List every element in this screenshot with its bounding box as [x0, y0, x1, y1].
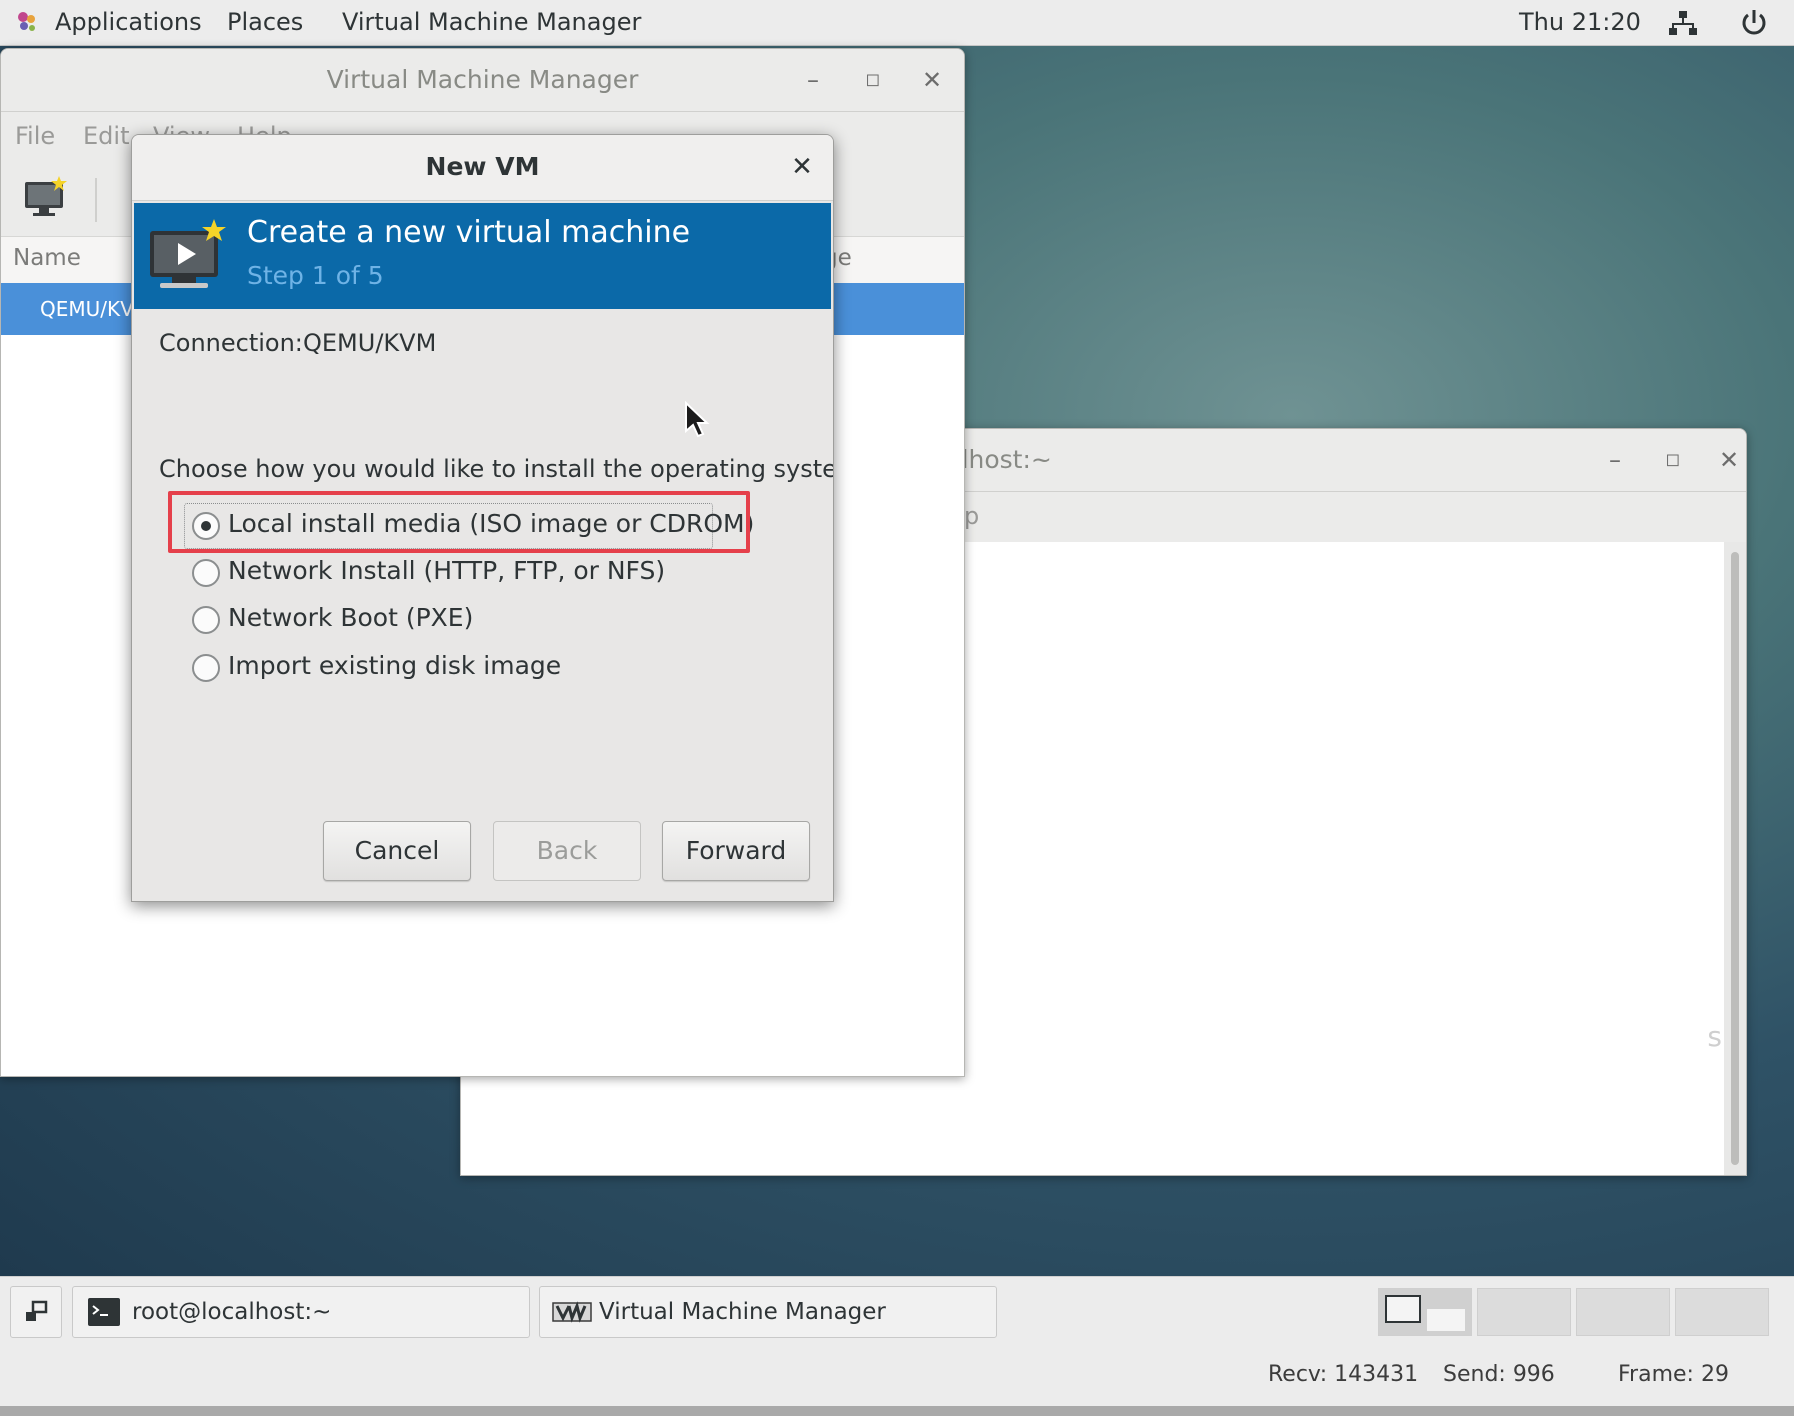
- taskbar-item-label: root@localhost:~: [132, 1299, 332, 1325]
- toolbar-separator: [95, 178, 97, 222]
- taskbar: root@localhost:~ Virtual Machine Manager: [0, 1276, 1794, 1346]
- show-desktop-icon: [26, 1300, 48, 1321]
- network-icon[interactable]: [1668, 9, 1698, 37]
- wizard-banner: Create a new virtual machine Step 1 of 5: [134, 203, 831, 309]
- radio-label: Network Boot (PXE): [228, 603, 474, 632]
- terminal-icon: [88, 1298, 120, 1326]
- highlight-annotation: [168, 491, 750, 553]
- wizard-step: Step 1 of 5: [247, 261, 384, 290]
- power-icon[interactable]: [1739, 8, 1769, 38]
- minimize-icon[interactable]: –: [1598, 443, 1632, 477]
- close-icon[interactable]: ✕: [785, 150, 819, 184]
- back-button[interactable]: Back: [493, 821, 641, 881]
- dialog-titlebar[interactable]: New VM ✕: [132, 135, 833, 201]
- wizard-title: Create a new virtual machine: [247, 215, 691, 250]
- clock[interactable]: Thu 21:20: [1519, 0, 1641, 46]
- places-menu[interactable]: Places: [227, 0, 303, 46]
- workspace-4[interactable]: [1675, 1288, 1769, 1336]
- mouse-cursor-icon: [685, 401, 710, 438]
- connection-row-label: QEMU/KV: [40, 297, 134, 321]
- close-icon[interactable]: ✕: [915, 63, 949, 97]
- recv-counter: Recv: 143431: [1268, 1362, 1419, 1387]
- vnc-status-line: Recv: 143431 Send: 996 Frame: 29: [0, 1346, 1794, 1406]
- radio-button[interactable]: [192, 654, 220, 682]
- terminal-menu-fragment[interactable]: p: [964, 502, 979, 530]
- radio-button[interactable]: [192, 559, 220, 587]
- send-counter: Send: 996: [1443, 1362, 1555, 1387]
- workspace-1[interactable]: [1378, 1288, 1472, 1336]
- workspace-window-thumb: [1385, 1295, 1421, 1323]
- app-menu[interactable]: Virtual Machine Manager: [342, 0, 641, 46]
- cancel-button[interactable]: Cancel: [323, 821, 471, 881]
- vmm-titlebar[interactable]: Virtual Machine Manager – ◻ ✕: [1, 49, 964, 112]
- radio-label: Import existing disk image: [228, 651, 562, 680]
- bottom-border: [0, 1406, 1794, 1416]
- menu-file[interactable]: File: [15, 122, 55, 150]
- workspace-3[interactable]: [1576, 1288, 1670, 1336]
- taskbar-item-terminal[interactable]: root@localhost:~: [72, 1286, 530, 1338]
- workspace-window-thumb: [1427, 1309, 1465, 1331]
- minimize-icon[interactable]: –: [796, 63, 830, 97]
- show-desktop-button[interactable]: [10, 1286, 62, 1338]
- taskbar-item-vmm[interactable]: Virtual Machine Manager: [539, 1286, 997, 1338]
- terminal-text-fragment: s: [1707, 1020, 1722, 1053]
- taskbar-item-label: Virtual Machine Manager: [599, 1299, 886, 1325]
- radio-button[interactable]: [192, 606, 220, 634]
- maximize-icon[interactable]: ◻: [1656, 443, 1690, 477]
- maximize-icon[interactable]: ◻: [856, 63, 890, 97]
- forward-button[interactable]: Forward: [662, 821, 810, 881]
- connection-value: QEMU/KVM: [303, 329, 437, 357]
- applications-menu[interactable]: Applications: [55, 0, 202, 46]
- new-vm-icon[interactable]: [23, 174, 69, 220]
- workspace-2[interactable]: [1477, 1288, 1571, 1336]
- menu-edit[interactable]: Edit: [83, 122, 129, 150]
- dialog-title: New VM: [425, 152, 540, 181]
- applications-icon: [18, 12, 35, 31]
- frame-counter: Frame: 29: [1618, 1362, 1729, 1387]
- vmm-icon: [552, 1301, 592, 1323]
- close-icon[interactable]: ✕: [1712, 443, 1746, 477]
- top-bar: Applications Places Virtual Machine Mana…: [0, 0, 1794, 46]
- install-prompt: Choose how you would like to install the…: [159, 455, 834, 483]
- connection-label: Connection:: [159, 329, 303, 357]
- monitor-play-icon: [150, 219, 226, 288]
- column-name-header[interactable]: Name: [13, 245, 81, 271]
- radio-label: Network Install (HTTP, FTP, or NFS): [228, 556, 666, 585]
- terminal-scrollbar[interactable]: [1724, 542, 1746, 1175]
